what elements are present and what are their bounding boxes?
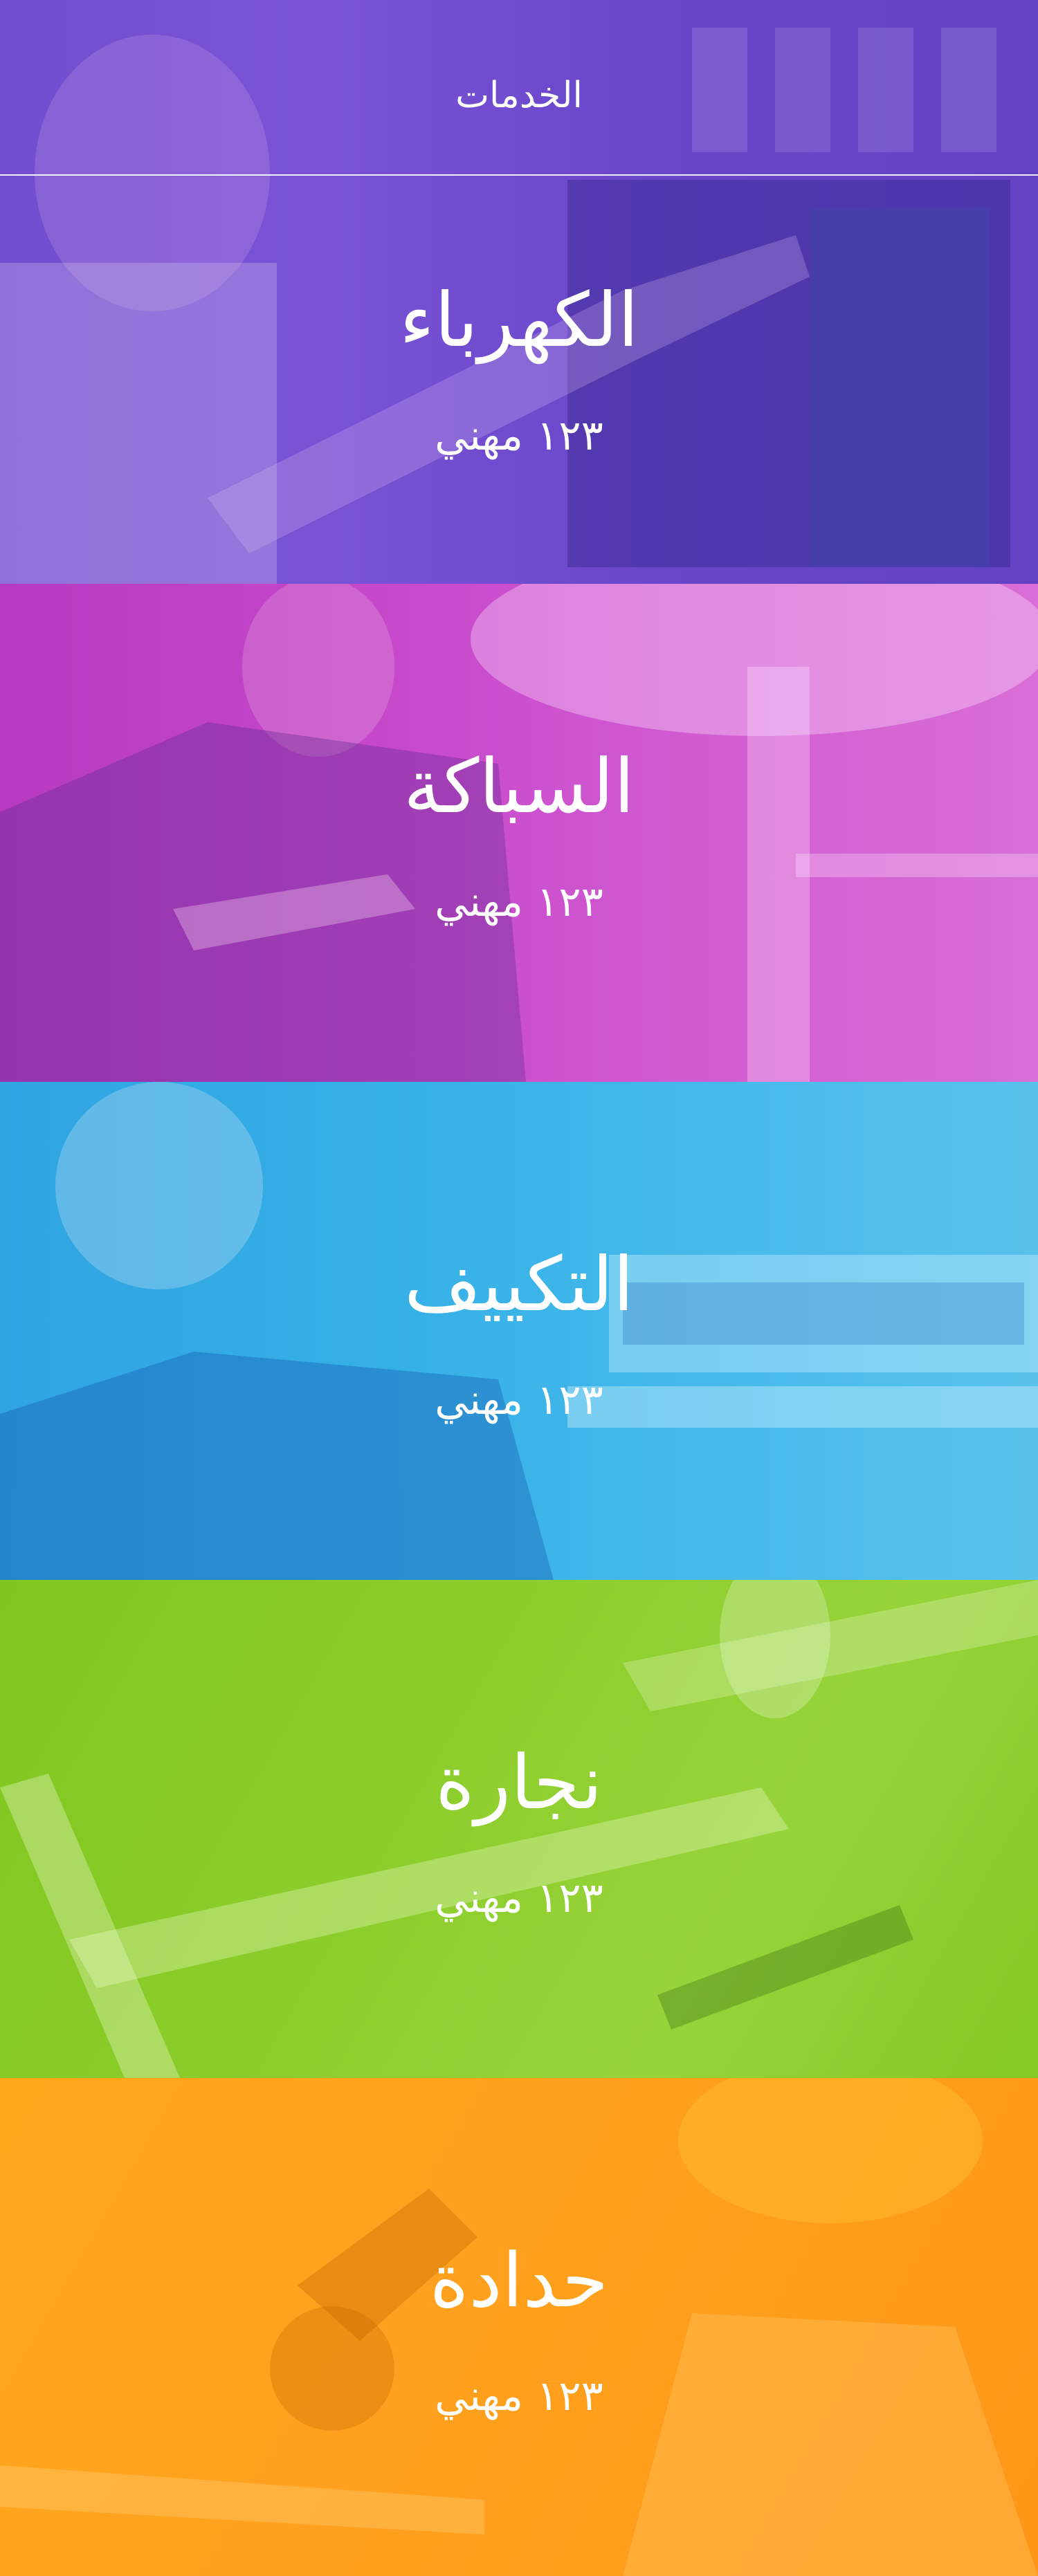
- service-title: الكهرباء: [399, 277, 639, 364]
- air-conditioner-illustration: [0, 1082, 1038, 1580]
- service-title: التكييف: [403, 1242, 635, 1328]
- plumbing-illustration: [0, 584, 1038, 1082]
- service-card-carpentry[interactable]: نجارة ١٢٣ مهني: [0, 1580, 1038, 2078]
- blacksmithing-illustration: [0, 2078, 1038, 2576]
- professionals-count: ١٢٣ مهني: [435, 1376, 603, 1424]
- header-divider: [0, 174, 1038, 176]
- service-title: السباكة: [403, 744, 635, 830]
- service-title: حدادة: [429, 2238, 609, 2324]
- professionals-count: ١٢٣ مهني: [435, 412, 603, 460]
- page-header: الخدمات: [0, 0, 1038, 176]
- professionals-count: ١٢٣ مهني: [435, 1874, 603, 1922]
- service-card-plumbing[interactable]: السباكة ١٢٣ مهني: [0, 584, 1038, 1082]
- service-title: نجارة: [435, 1740, 603, 1826]
- service-card-air-conditioning[interactable]: التكييف ١٢٣ مهني: [0, 1082, 1038, 1580]
- carpentry-illustration: [0, 1580, 1038, 2078]
- page-title: الخدمات: [455, 75, 583, 116]
- professionals-count: ١٢٣ مهني: [435, 2372, 603, 2420]
- service-card-blacksmithing[interactable]: حدادة ١٢٣ مهني: [0, 2078, 1038, 2576]
- professionals-count: ١٢٣ مهني: [435, 878, 603, 926]
